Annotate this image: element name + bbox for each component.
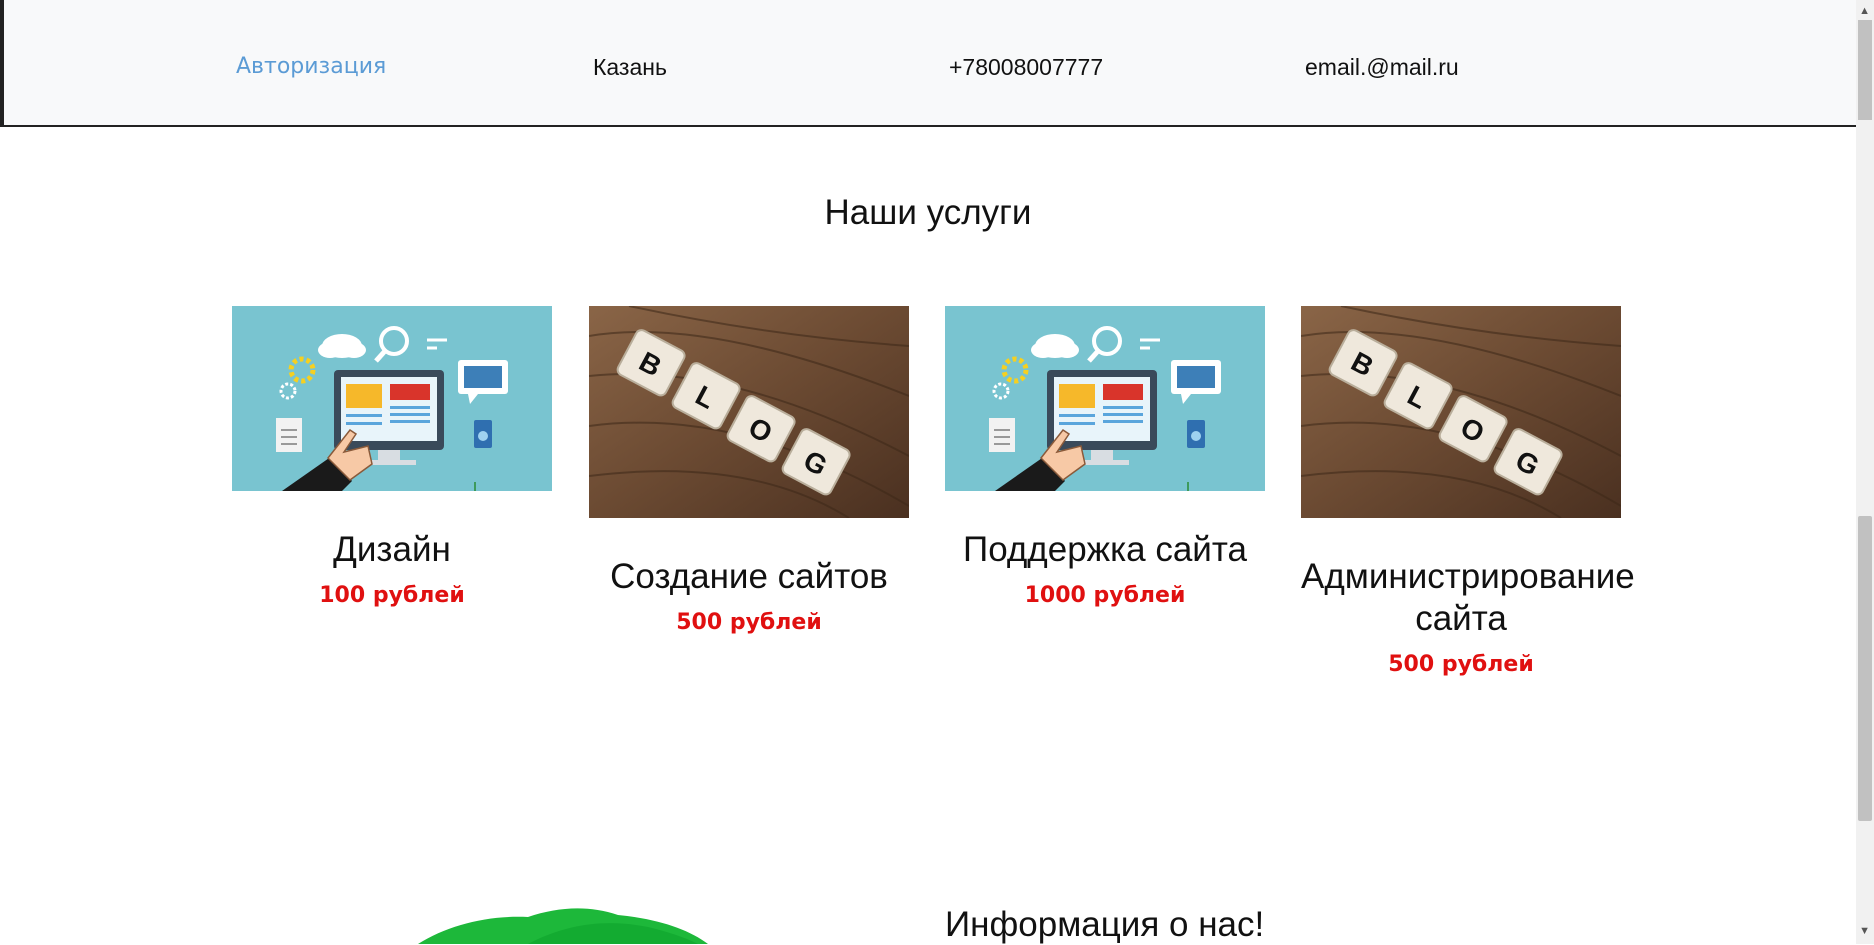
scroll-down-arrow-icon[interactable]: ▼	[1859, 925, 1870, 937]
scrollbar-track-segment	[1858, 20, 1872, 120]
top-info-bar: Авторизация Казань +78008007777 email.@m…	[0, 0, 1856, 127]
design-illustration-image	[945, 306, 1265, 491]
service-card-design: Дизайн 100 рублей	[232, 306, 552, 608]
service-price: 500 рублей	[676, 610, 822, 635]
scrollbar-thumb[interactable]	[1858, 516, 1872, 821]
auth-link[interactable]: Авторизация	[236, 54, 386, 79]
blog-tiles-image	[589, 306, 909, 518]
service-card-support: Поддержка сайта 1000 рублей	[945, 306, 1265, 608]
service-name: Создание сайтов	[610, 557, 888, 596]
services-title: Наши услуги	[824, 193, 1032, 232]
service-price: 500 рублей	[1388, 652, 1534, 677]
design-illustration-image	[232, 306, 552, 491]
city-text: Казань	[593, 54, 667, 80]
service-name: Дизайн	[333, 530, 451, 569]
service-name: Администрирование сайта	[1301, 557, 1635, 638]
service-price: 1000 рублей	[1024, 583, 1186, 608]
phone-text: +78008007777	[949, 54, 1104, 80]
blog-tiles-image	[1301, 306, 1621, 518]
service-price: 100 рублей	[319, 583, 465, 608]
service-card-websites: Создание сайтов 500 рублей	[589, 306, 909, 635]
about-title: Информация о нас!	[945, 905, 1265, 944]
service-card-admin: Администрирование сайта 500 рублей	[1301, 306, 1635, 677]
green-blob-image	[418, 908, 708, 944]
scroll-up-arrow-icon[interactable]: ▲	[1859, 5, 1870, 17]
service-name: Поддержка сайта	[963, 530, 1247, 569]
page-scrollbar[interactable]: ▲ ▼	[1856, 0, 1874, 944]
email-text: email.@mail.ru	[1305, 54, 1459, 80]
